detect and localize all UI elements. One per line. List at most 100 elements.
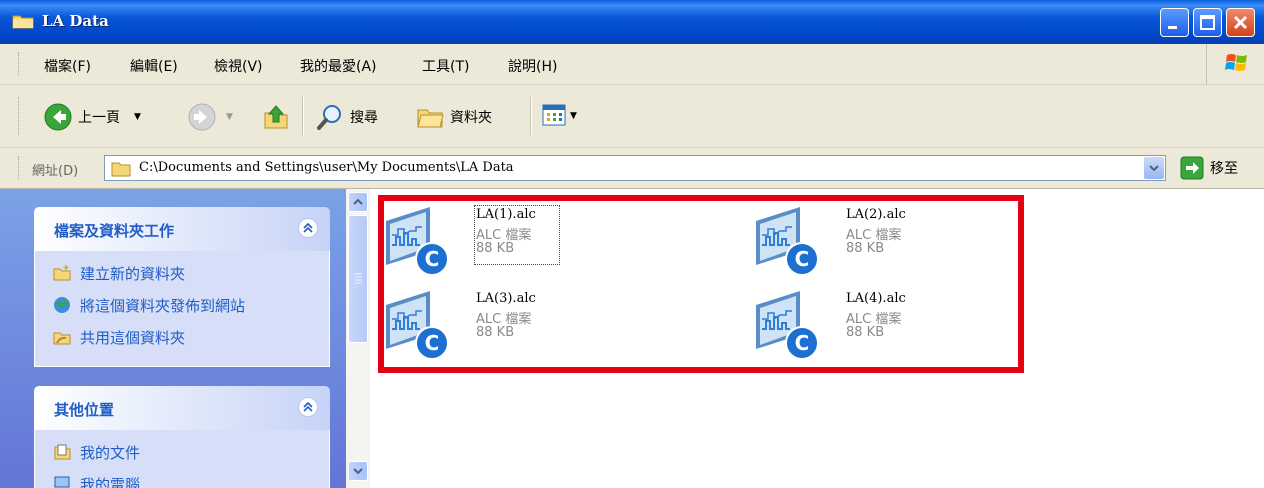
- place-my-documents[interactable]: 我的文件: [35, 436, 329, 468]
- menu-help[interactable]: 說明(H): [508, 56, 557, 76]
- svg-text:C: C: [795, 247, 810, 271]
- forward-dropdown-icon[interactable]: ▼: [226, 112, 233, 122]
- menu-grip[interactable]: [18, 52, 22, 76]
- collapse-button[interactable]: [298, 218, 318, 238]
- task-new-folder[interactable]: 建立新的資料夾: [35, 257, 329, 289]
- close-button[interactable]: [1226, 8, 1255, 37]
- svg-text:C: C: [425, 247, 440, 271]
- address-input[interactable]: C:\Documents and Settings\user\My Docume…: [104, 155, 1166, 181]
- collapse-button[interactable]: [298, 397, 318, 417]
- forward-button[interactable]: ▼: [188, 103, 233, 131]
- file-name: LA(2).alc: [846, 207, 906, 222]
- menu-file[interactable]: 檔案(F): [44, 56, 91, 76]
- address-grip[interactable]: [18, 156, 22, 180]
- task-label: 共用這個資料夾: [80, 328, 186, 347]
- task-share-folder[interactable]: 共用這個資料夾: [35, 321, 329, 353]
- maximize-button[interactable]: [1193, 8, 1222, 37]
- file-list[interactable]: C LA(1).alc ALC 檔案 88 KB C LA(2).alc ALC…: [370, 189, 1264, 488]
- chevron-down-icon: [353, 468, 363, 475]
- file-name: LA(4).alc: [846, 291, 906, 306]
- file-item[interactable]: C LA(4).alc ALC 檔案 88 KB: [754, 285, 1054, 365]
- chevron-up-icon: [353, 198, 363, 205]
- grip-lines-icon: [355, 273, 362, 284]
- standard-toolbar: 上一頁 ▼ ▼ 搜尋 資料夾 ▼: [0, 85, 1264, 148]
- menu-bar: 檔案(F) 編輯(E) 檢視(V) 我的最愛(A) 工具(T) 說明(H): [0, 44, 1264, 85]
- chevron-up-icon: [303, 222, 313, 233]
- search-button[interactable]: 搜尋: [316, 103, 378, 131]
- menu-view[interactable]: 檢視(V): [214, 56, 263, 76]
- place-my-computer[interactable]: 我的電腦: [35, 468, 329, 488]
- task-pane: 檔案及資料夾工作 建立新的資料夾 將這個資料夾發佈到網站 共用這個資料夾 其他位…: [0, 189, 346, 488]
- views-button[interactable]: ▼: [542, 103, 577, 129]
- panel-body: 建立新的資料夾 將這個資料夾發佈到網站 共用這個資料夾: [34, 251, 330, 367]
- file-size: 88 KB: [846, 325, 885, 340]
- file-item[interactable]: C LA(2).alc ALC 檔案 88 KB: [754, 201, 1054, 281]
- panel-header[interactable]: 檔案及資料夾工作: [34, 207, 330, 251]
- alc-file-icon: C: [386, 291, 449, 360]
- task-label: 將這個資料夾發佈到網站: [80, 296, 246, 315]
- views-icon: [542, 104, 566, 126]
- toolbar-grip[interactable]: [18, 97, 22, 135]
- file-size: 88 KB: [476, 241, 515, 256]
- place-label: 我的電腦: [80, 475, 141, 488]
- search-icon: [317, 105, 341, 130]
- views-dropdown-icon[interactable]: ▼: [570, 111, 577, 121]
- alc-file-icon: C: [386, 207, 449, 276]
- svg-text:C: C: [425, 331, 440, 355]
- menu-tools[interactable]: 工具(T): [422, 56, 469, 76]
- windows-logo-icon: [1225, 54, 1247, 71]
- go-button[interactable]: 移至: [1180, 156, 1238, 180]
- folders-icon: [417, 109, 444, 128]
- menu-favorites[interactable]: 我的最愛(A): [300, 56, 377, 76]
- address-label: 網址(D): [32, 164, 79, 179]
- publish-web-icon: [54, 297, 70, 313]
- scroll-thumb[interactable]: [348, 215, 368, 343]
- my-computer-icon: [54, 476, 70, 488]
- file-item[interactable]: C LA(1).alc ALC 檔案 88 KB: [384, 201, 684, 281]
- file-folder-tasks-panel: 檔案及資料夾工作 建立新的資料夾 將這個資料夾發佈到網站 共用這個資料夾: [34, 207, 330, 367]
- folder-icon: [12, 15, 34, 29]
- panel-body: 我的文件 我的電腦: [34, 430, 330, 488]
- file-size: 88 KB: [846, 241, 885, 256]
- task-publish-web[interactable]: 將這個資料夾發佈到網站: [35, 289, 329, 321]
- alc-file-icon: C: [756, 207, 819, 276]
- up-folder-icon[interactable]: [262, 103, 290, 131]
- chevron-down-icon: [1149, 165, 1159, 172]
- minimize-icon: [1168, 26, 1177, 29]
- place-label: 我的文件: [80, 443, 141, 462]
- file-name: LA(3).alc: [476, 291, 536, 306]
- file-item[interactable]: C LA(3).alc ALC 檔案 88 KB: [384, 285, 684, 365]
- panel-title: 其他位置: [54, 401, 115, 419]
- address-bar: 網址(D) C:\Documents and Settings\user\My …: [0, 148, 1264, 189]
- back-button[interactable]: 上一頁 ▼: [44, 103, 141, 131]
- back-dropdown-icon[interactable]: ▼: [134, 112, 141, 122]
- explorer-window: LA Data 檔案(F) 編輯(E) 檢視(V) 我的最愛(A) 工具(T) …: [0, 0, 1264, 488]
- back-label: 上一頁: [78, 110, 120, 126]
- panel-title: 檔案及資料夾工作: [54, 222, 175, 240]
- file-size: 88 KB: [476, 325, 515, 340]
- back-arrow-icon: [44, 103, 72, 131]
- maximize-icon: [1200, 15, 1215, 30]
- share-folder-icon: [53, 332, 71, 345]
- chevron-up-icon: [303, 401, 313, 412]
- scroll-down-button[interactable]: [348, 461, 368, 481]
- go-label: 移至: [1210, 161, 1238, 177]
- title-bar[interactable]: LA Data: [0, 0, 1264, 44]
- scroll-up-button[interactable]: [348, 192, 368, 212]
- toolbar-separator: [302, 97, 304, 135]
- new-folder-icon: [53, 265, 71, 281]
- minimize-button[interactable]: [1160, 8, 1189, 37]
- go-arrow-icon: [1180, 156, 1204, 180]
- vertical-scrollbar[interactable]: [346, 189, 370, 488]
- folder-icon: [111, 162, 131, 177]
- folders-button[interactable]: 資料夾: [416, 103, 492, 131]
- address-path: C:\Documents and Settings\user\My Docume…: [139, 160, 514, 175]
- address-dropdown-button[interactable]: [1144, 157, 1164, 179]
- panel-header[interactable]: 其他位置: [34, 386, 330, 430]
- menu-edit[interactable]: 編輯(E): [130, 56, 178, 76]
- other-places-panel: 其他位置 我的文件 我的電腦: [34, 386, 330, 488]
- alc-file-icon: C: [756, 291, 819, 360]
- svg-text:C: C: [795, 331, 810, 355]
- forward-arrow-icon: [188, 103, 216, 131]
- menu-divider: [1206, 44, 1207, 84]
